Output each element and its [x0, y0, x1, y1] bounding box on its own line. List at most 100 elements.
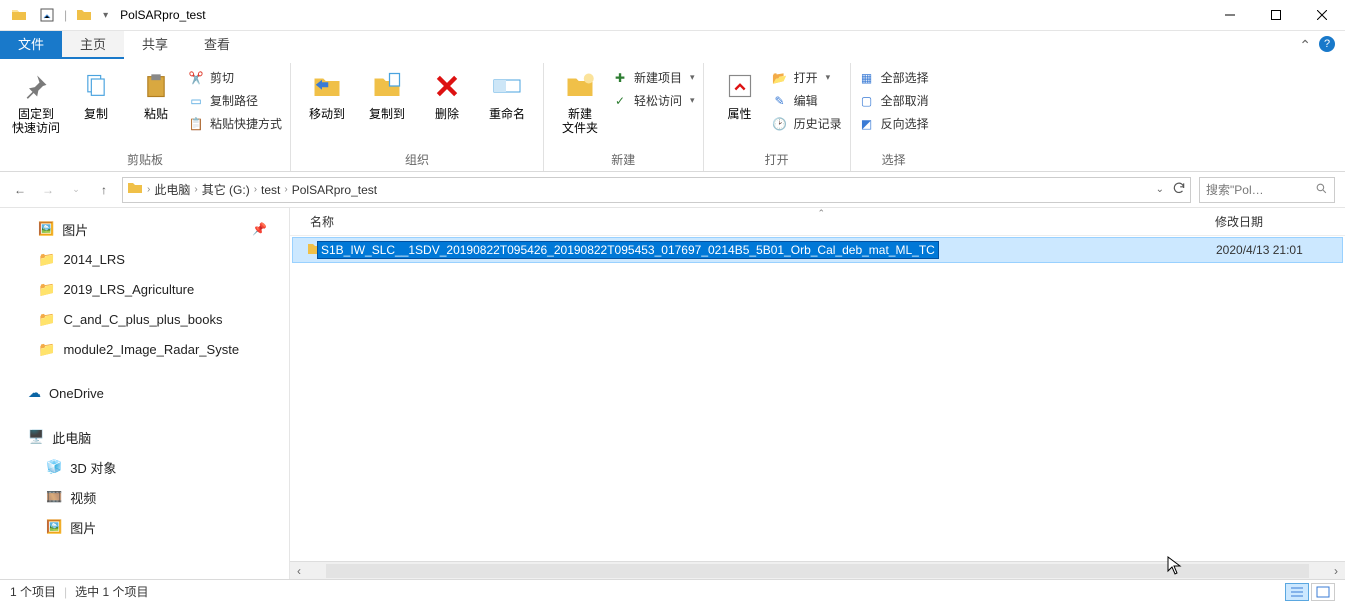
- close-button[interactable]: [1299, 0, 1345, 31]
- scroll-right-icon[interactable]: ›: [1327, 564, 1345, 578]
- crumb-test[interactable]: test: [261, 183, 280, 197]
- column-name[interactable]: 名称: [290, 213, 1215, 230]
- video-icon: 🎞️: [46, 489, 62, 505]
- refresh-icon[interactable]: [1166, 181, 1186, 198]
- tab-share[interactable]: 共享: [124, 31, 186, 59]
- copy-path-button[interactable]: ▭复制路径: [188, 92, 282, 109]
- collapse-ribbon-icon[interactable]: ⌃: [1299, 37, 1311, 54]
- scroll-left-icon[interactable]: ‹: [290, 564, 308, 578]
- nav-pictures-2[interactable]: 🖼️图片: [0, 512, 289, 542]
- nav-videos[interactable]: 🎞️视频: [0, 482, 289, 512]
- tab-view[interactable]: 查看: [186, 31, 248, 59]
- nav-pictures[interactable]: 🖼️ 图片 📌: [0, 214, 289, 244]
- recent-dropdown[interactable]: ⌄: [66, 180, 86, 200]
- history-button[interactable]: 🕑历史记录: [772, 115, 842, 132]
- up-button[interactable]: ↑: [94, 180, 114, 200]
- organize-group-label: 组织: [299, 151, 535, 171]
- clipboard-group-label: 剪贴板: [8, 151, 282, 171]
- pin-icon[interactable]: 📌: [252, 222, 267, 236]
- pictures-icon: 🖼️: [38, 221, 54, 237]
- status-selected-count: 选中 1 个项目: [75, 583, 148, 600]
- edit-button[interactable]: ✎编辑: [772, 92, 842, 109]
- select-group-label: 选择: [859, 151, 929, 171]
- crumb-this-pc[interactable]: 此电脑: [154, 181, 190, 198]
- cube-icon: 🧊: [46, 459, 62, 475]
- nav-onedrive[interactable]: ☁ OneDrive: [0, 378, 289, 408]
- new-item-button[interactable]: ✚新建项目▾: [612, 69, 695, 86]
- paste-button[interactable]: 粘贴: [128, 65, 184, 121]
- folder-icon: 📁: [38, 311, 55, 328]
- qat-properties-icon[interactable]: [36, 4, 58, 26]
- file-name-editing[interactable]: S1B_IW_SLC__1SDV_20190822T095426_2019082…: [317, 241, 939, 259]
- move-to-button[interactable]: 移动到: [299, 65, 355, 121]
- minimize-button[interactable]: [1207, 0, 1253, 31]
- column-date[interactable]: 修改日期: [1215, 213, 1345, 230]
- maximize-button[interactable]: [1253, 0, 1299, 31]
- pictures-icon: 🖼️: [46, 519, 62, 535]
- qat-dropdown-icon[interactable]: ▾: [101, 10, 108, 21]
- breadcrumb[interactable]: › 此电脑 › 其它 (G:) › test › PolSARpro_test …: [122, 177, 1191, 203]
- onedrive-icon: ☁: [28, 385, 41, 401]
- window-title: PolSARpro_test: [120, 8, 205, 22]
- copy-button[interactable]: 复制: [68, 65, 124, 121]
- folder-icon: 📁: [38, 251, 55, 268]
- folder-icon: [8, 4, 30, 26]
- status-item-count: 1 个项目: [10, 583, 56, 600]
- back-button[interactable]: ←: [10, 180, 30, 200]
- search-icon: [1315, 182, 1328, 198]
- nav-folder-2019[interactable]: 📁2019_LRS_Agriculture: [0, 274, 289, 304]
- chevron-right-icon[interactable]: ›: [190, 184, 201, 195]
- properties-button[interactable]: 属性: [712, 65, 768, 121]
- nav-folder-c-books[interactable]: 📁C_and_C_plus_plus_books: [0, 304, 289, 334]
- ribbon-tabs: 文件 主页 共享 查看 ⌃ ?: [0, 31, 1345, 59]
- address-bar: ← → ⌄ ↑ › 此电脑 › 其它 (G:) › test › PolSARp…: [0, 172, 1345, 208]
- status-bar: 1 个项目 | 选中 1 个项目: [0, 579, 1345, 603]
- search-input[interactable]: 搜索"Pol…: [1199, 177, 1335, 203]
- folder-icon: [293, 241, 311, 260]
- nav-folder-2014[interactable]: 📁2014_LRS: [0, 244, 289, 274]
- sort-indicator-icon: ⌃: [818, 208, 826, 219]
- tab-home[interactable]: 主页: [62, 31, 124, 59]
- rename-button[interactable]: 重命名: [479, 65, 535, 121]
- ribbon: 固定到 快速访问 复制 粘贴 ✂️剪切 ▭复制路径 📋粘贴快捷方式 剪贴板 移动…: [0, 59, 1345, 172]
- details-view-button[interactable]: [1285, 583, 1309, 601]
- nav-3d-objects[interactable]: 🧊3D 对象: [0, 452, 289, 482]
- delete-button[interactable]: 删除: [419, 65, 475, 121]
- select-all-button[interactable]: ▦全部选择: [859, 69, 929, 86]
- navigation-pane[interactable]: 🖼️ 图片 📌 📁2014_LRS 📁2019_LRS_Agriculture …: [0, 208, 290, 579]
- nav-folder-module2[interactable]: 📁module2_Image_Radar_Syste: [0, 334, 289, 364]
- scroll-track[interactable]: [326, 564, 1309, 578]
- easy-access-button[interactable]: ✓轻松访问▾: [612, 92, 695, 109]
- folder-icon: 📁: [38, 281, 55, 298]
- chevron-right-icon[interactable]: ›: [250, 184, 261, 195]
- nav-this-pc[interactable]: 🖥️ 此电脑: [0, 422, 289, 452]
- crumb-current[interactable]: PolSARpro_test: [292, 183, 377, 197]
- new-folder-button[interactable]: 新建 文件夹: [552, 65, 608, 135]
- folder-icon: [127, 180, 143, 199]
- tab-file[interactable]: 文件: [0, 31, 62, 59]
- select-none-button[interactable]: ▢全部取消: [859, 92, 929, 109]
- chevron-right-icon[interactable]: ›: [143, 184, 154, 195]
- qat-separator: |: [64, 8, 67, 22]
- invert-selection-button[interactable]: ◩反向选择: [859, 115, 929, 132]
- paste-shortcut-button[interactable]: 📋粘贴快捷方式: [188, 115, 282, 132]
- pin-quick-access-button[interactable]: 固定到 快速访问: [8, 65, 64, 135]
- chevron-right-icon[interactable]: ›: [280, 184, 291, 195]
- column-headers[interactable]: 名称 ⌃ 修改日期: [290, 208, 1345, 236]
- file-date: 2020/4/13 21:01: [1216, 243, 1342, 257]
- horizontal-scrollbar[interactable]: ‹ ›: [290, 561, 1345, 579]
- address-dropdown-icon[interactable]: ⌄: [1156, 184, 1164, 195]
- crumb-drive[interactable]: 其它 (G:): [202, 181, 250, 198]
- title-bar: | ▾ PolSARpro_test: [0, 0, 1345, 31]
- file-row[interactable]: S1B_IW_SLC__1SDV_20190822T095426_2019082…: [292, 237, 1343, 263]
- qat-folder-icon[interactable]: [73, 4, 95, 26]
- computer-icon: 🖥️: [28, 429, 44, 445]
- open-button[interactable]: 📂打开▾: [772, 69, 842, 86]
- copy-to-button[interactable]: 复制到: [359, 65, 415, 121]
- forward-button[interactable]: →: [38, 180, 58, 200]
- help-icon[interactable]: ?: [1319, 36, 1335, 52]
- thumbnails-view-button[interactable]: [1311, 583, 1335, 601]
- file-list-pane[interactable]: 名称 ⌃ 修改日期 S1B_IW_SLC__1SDV_20190822T0954…: [290, 208, 1345, 579]
- open-group-label: 打开: [712, 151, 842, 171]
- cut-button[interactable]: ✂️剪切: [188, 69, 282, 86]
